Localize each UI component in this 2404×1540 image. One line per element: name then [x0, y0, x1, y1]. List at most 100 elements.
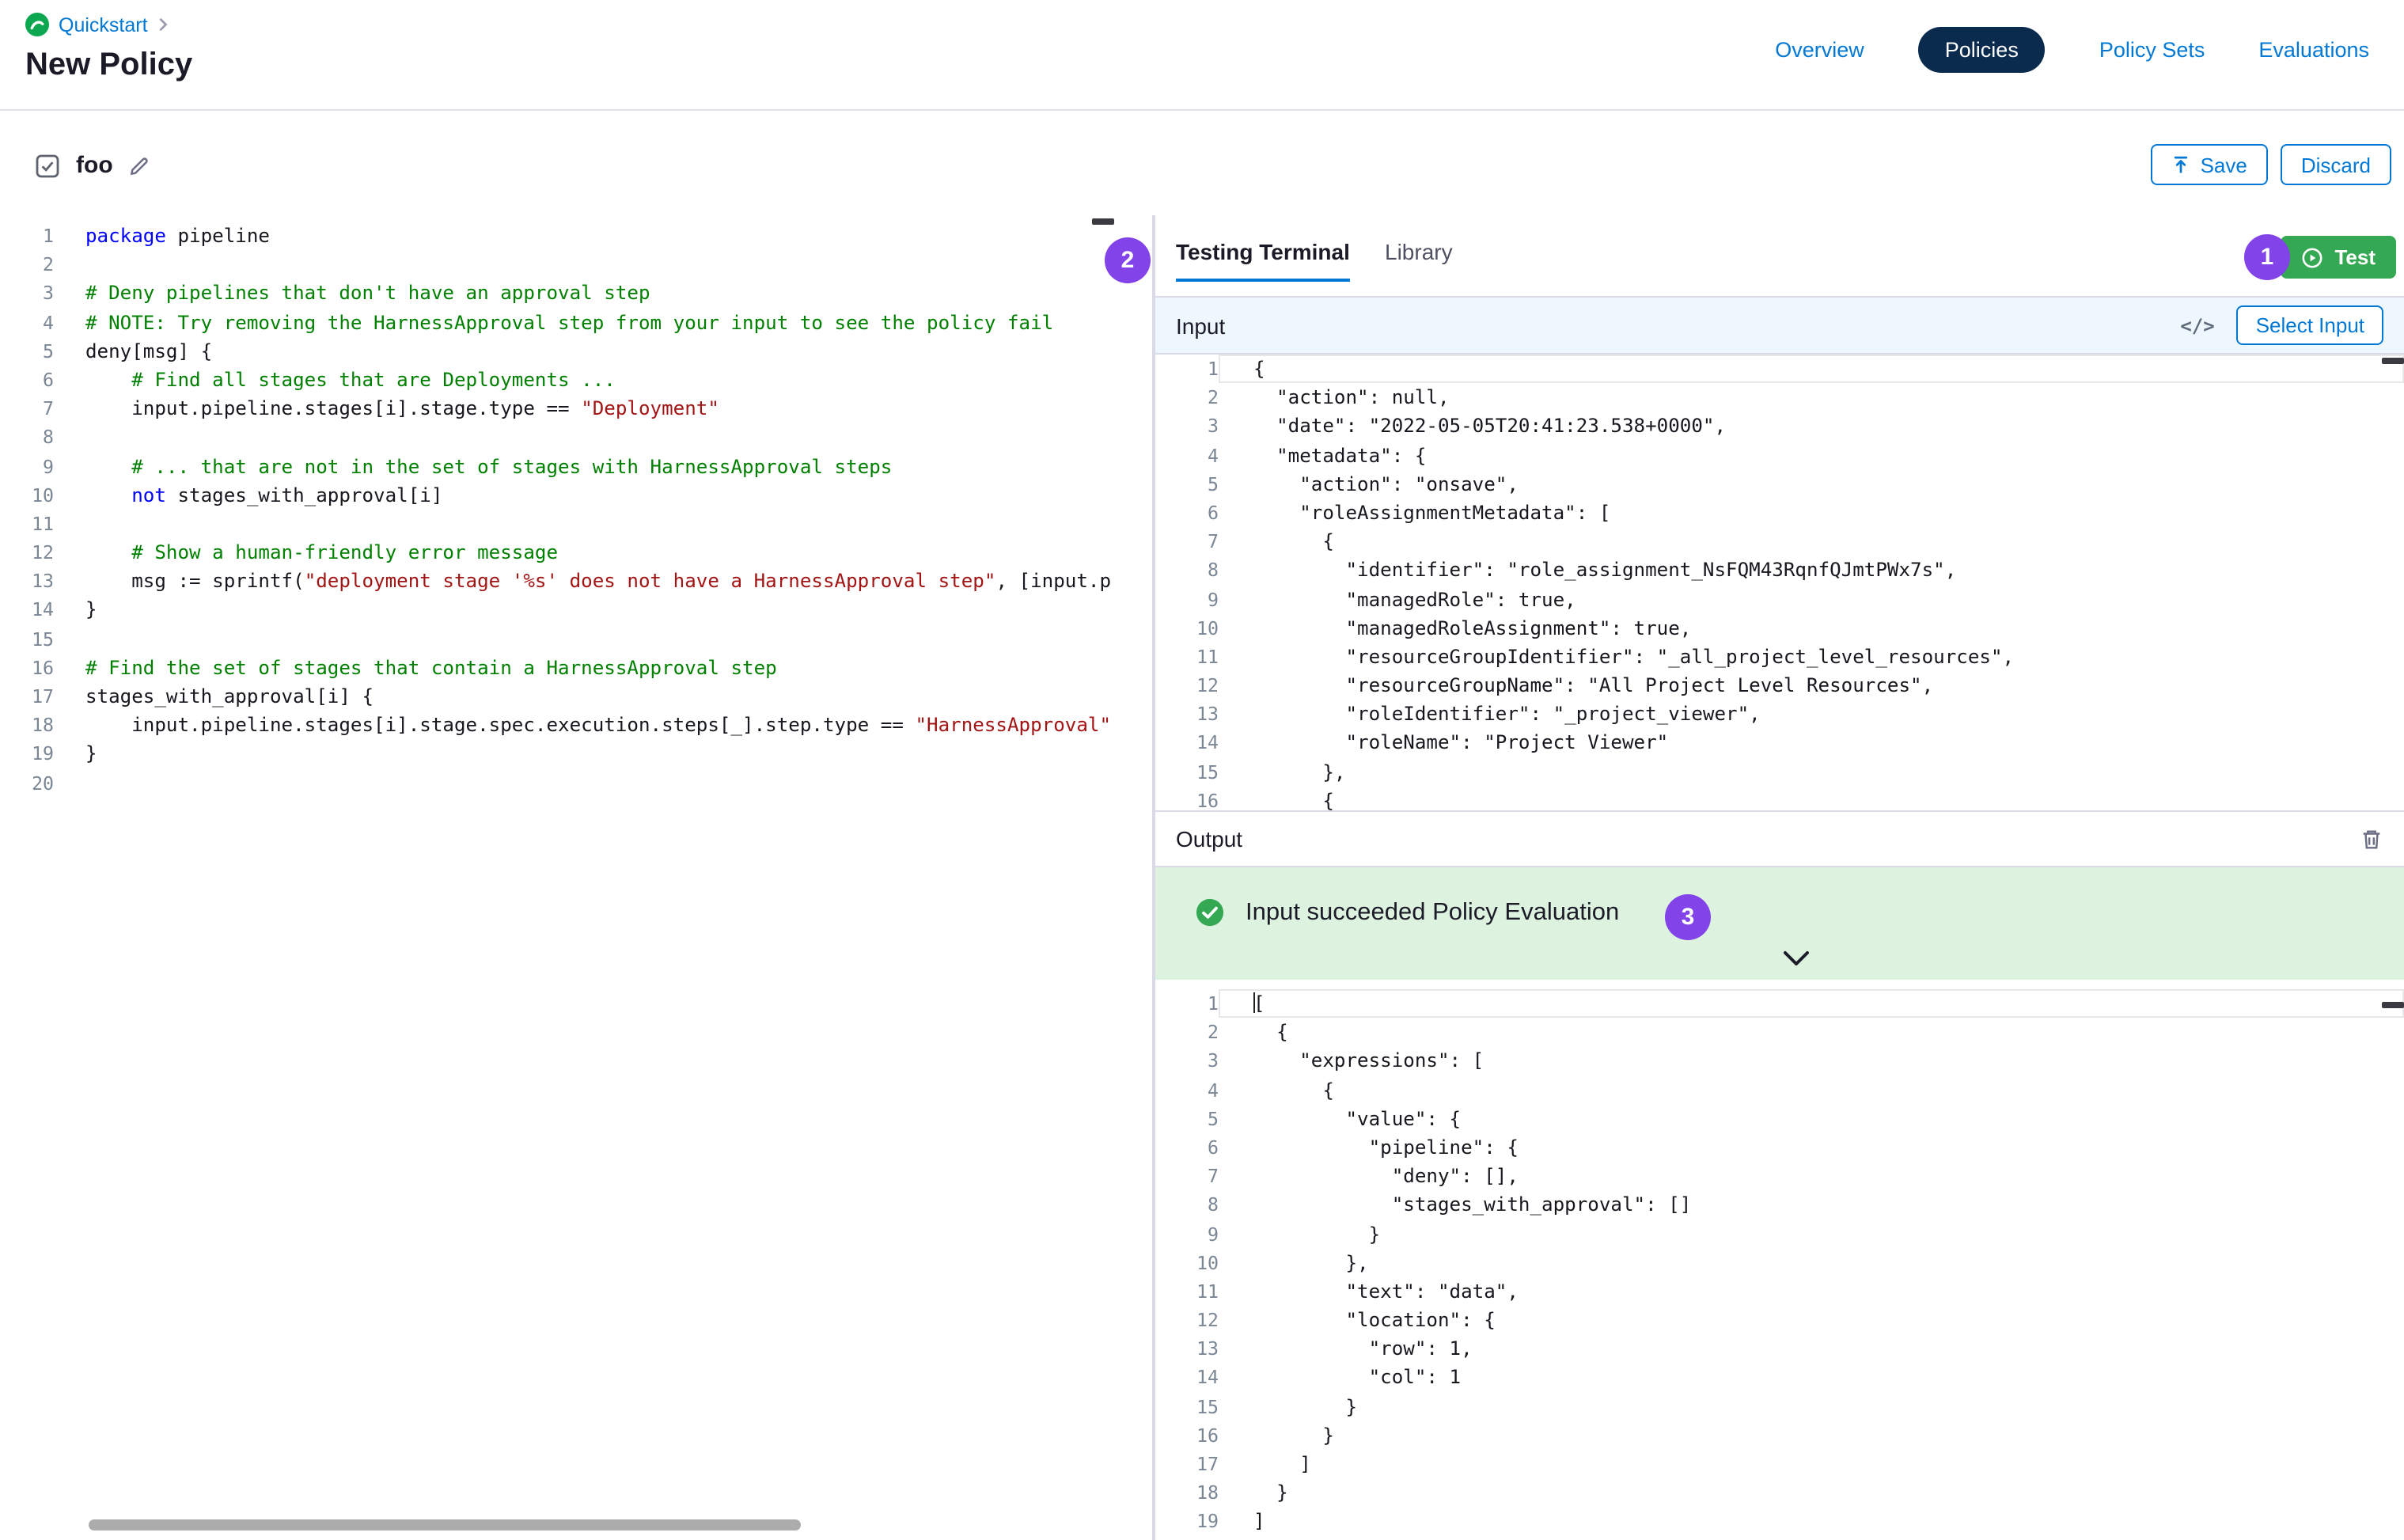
- code-line: 15 },: [1155, 757, 2404, 786]
- code-line-content: }: [54, 740, 1152, 768]
- code-line-content: # Find the set of stages that contain a …: [54, 654, 1152, 682]
- code-line-content: "stages_with_approval": []: [1219, 1191, 2404, 1219]
- edit-name-icon[interactable]: [129, 154, 151, 176]
- code-line-content: "action": null,: [1219, 383, 2404, 412]
- code-view-icon[interactable]: </>: [2180, 314, 2214, 336]
- line-number: 15: [0, 624, 54, 653]
- annotation-badge-3: 3: [1665, 894, 1711, 940]
- code-line-content: stages_with_approval[i] {: [54, 682, 1152, 711]
- code-line: 15: [0, 624, 1152, 653]
- code-line: 13 msg := sprintf("deployment stage '%s'…: [0, 567, 1152, 596]
- policy-toolbar: foo Save Discard: [0, 112, 2404, 215]
- code-line-content: }: [1219, 1421, 2404, 1450]
- code-line: 14}: [0, 596, 1152, 624]
- line-number: 6: [0, 366, 54, 394]
- horizontal-scrollbar[interactable]: [89, 1519, 801, 1531]
- nav-evaluations[interactable]: Evaluations: [2258, 37, 2369, 61]
- test-button[interactable]: Test: [2281, 236, 2396, 279]
- code-line-content: deny[msg] {: [54, 337, 1152, 366]
- output-overview-mark: [2382, 1002, 2404, 1008]
- output-json-editor[interactable]: 1[2 {3 "expressions": [4 {5 "value": {6 …: [1155, 980, 2404, 1540]
- code-line-content: }: [1219, 1478, 2404, 1507]
- code-line: 4 "metadata": {: [1155, 441, 2404, 469]
- line-number: 12: [0, 538, 54, 567]
- play-circle-icon: [2301, 246, 2323, 268]
- code-line-content: "managedRole": true,: [1219, 585, 2404, 613]
- code-line: 7 {: [1155, 527, 2404, 556]
- breadcrumb-chevron-icon: [157, 17, 170, 32]
- line-number: 13: [0, 567, 54, 596]
- code-line: 7 input.pipeline.stages[i].stage.type ==…: [0, 394, 1152, 423]
- line-number: 3: [1155, 1047, 1219, 1075]
- nav-policy-sets[interactable]: Policy Sets: [2099, 37, 2205, 61]
- code-line: 19}: [0, 740, 1152, 768]
- code-line-content: "value": {: [1219, 1105, 2404, 1133]
- code-line-content: msg := sprintf("deployment stage '%s' do…: [54, 567, 1152, 596]
- code-line: 11 "resourceGroupIdentifier": "_all_proj…: [1155, 643, 2404, 671]
- toolbar-actions: Save Discard: [2152, 144, 2391, 185]
- code-line-content: [: [1219, 989, 2404, 1018]
- input-json-editor[interactable]: 1{2 "action": null,3 "date": "2022-05-05…: [1155, 355, 2404, 810]
- code-line: 3 "expressions": [: [1155, 1047, 2404, 1075]
- code-line-content: not stages_with_approval[i]: [54, 480, 1152, 509]
- line-number: 4: [1155, 1075, 1219, 1104]
- line-number: 9: [0, 452, 54, 480]
- breadcrumb-link[interactable]: Quickstart: [59, 13, 148, 36]
- code-line-content: package pipeline: [54, 222, 1152, 250]
- line-number: 1: [0, 222, 54, 250]
- line-number: 5: [1155, 470, 1219, 499]
- code-line-content: # ... that are not in the set of stages …: [54, 452, 1152, 480]
- policy-type-icon: [35, 153, 60, 178]
- line-number: 16: [0, 654, 54, 682]
- code-line: 10 "managedRoleAssignment": true,: [1155, 613, 2404, 642]
- code-line: 12 "location": {: [1155, 1306, 2404, 1334]
- policy-code-editor[interactable]: 1package pipeline23# Deny pipelines that…: [0, 215, 1152, 1540]
- line-number: 19: [1155, 1508, 1219, 1536]
- code-line-content: "date": "2022-05-05T20:41:23.538+0000",: [1219, 412, 2404, 441]
- code-line-content: }: [1219, 1392, 2404, 1421]
- code-line-content: "managedRoleAssignment": true,: [1219, 613, 2404, 642]
- main-area: 1package pipeline23# Deny pipelines that…: [0, 215, 2404, 1540]
- code-line: 11: [0, 510, 1152, 538]
- page-header: Quickstart New Policy Overview Policies …: [0, 0, 2404, 111]
- code-line-content: "action": "onsave",: [1219, 470, 2404, 499]
- line-number: 7: [1155, 1162, 1219, 1190]
- line-number: 11: [0, 510, 54, 538]
- code-line: 8 "stages_with_approval": []: [1155, 1191, 2404, 1219]
- annotation-badge-1: 1: [2244, 234, 2290, 280]
- nav-policies[interactable]: Policies: [1918, 26, 2046, 72]
- code-line-content: ]: [1219, 1450, 2404, 1478]
- code-line: 5 "value": {: [1155, 1105, 2404, 1133]
- policy-name-row: foo: [35, 152, 151, 179]
- select-input-button[interactable]: Select Input: [2237, 305, 2383, 345]
- tab-library[interactable]: Library: [1385, 239, 1453, 279]
- input-title: Input: [1176, 313, 1225, 338]
- code-line: 2 "action": null,: [1155, 383, 2404, 412]
- code-line: 14 "col": 1: [1155, 1364, 2404, 1392]
- code-line-content: {: [1219, 1018, 2404, 1046]
- nav-overview[interactable]: Overview: [1775, 37, 1864, 61]
- line-number: 12: [1155, 671, 1219, 700]
- code-line-content: "row": 1,: [1219, 1335, 2404, 1364]
- discard-button[interactable]: Discard: [2281, 144, 2391, 185]
- line-number: 16: [1155, 787, 1219, 810]
- code-line: 1package pipeline: [0, 222, 1152, 250]
- tab-testing-terminal[interactable]: Testing Terminal: [1176, 239, 1350, 282]
- code-line: 10 not stages_with_approval[i]: [0, 480, 1152, 509]
- chevron-down-icon[interactable]: [1782, 946, 1811, 975]
- line-number: 4: [0, 308, 54, 336]
- code-line-content: {: [1219, 1075, 2404, 1104]
- trash-icon[interactable]: [2360, 827, 2383, 851]
- code-line-content: "roleAssignmentMetadata": [: [1219, 499, 2404, 527]
- check-circle-icon: [1195, 897, 1225, 927]
- testing-terminal-pane: Testing Terminal Library Test Input </> …: [1154, 215, 2404, 1540]
- code-line-content: "metadata": {: [1219, 441, 2404, 469]
- save-button[interactable]: Save: [2152, 144, 2268, 185]
- output-title: Output: [1176, 826, 1242, 852]
- code-line: 20: [0, 768, 1152, 797]
- code-line: 7 "deny": [],: [1155, 1162, 2404, 1190]
- code-line: 1[: [1155, 989, 2404, 1018]
- code-line: 12 # Show a human-friendly error message: [0, 538, 1152, 567]
- line-number: 4: [1155, 441, 1219, 469]
- discard-button-label: Discard: [2301, 153, 2371, 176]
